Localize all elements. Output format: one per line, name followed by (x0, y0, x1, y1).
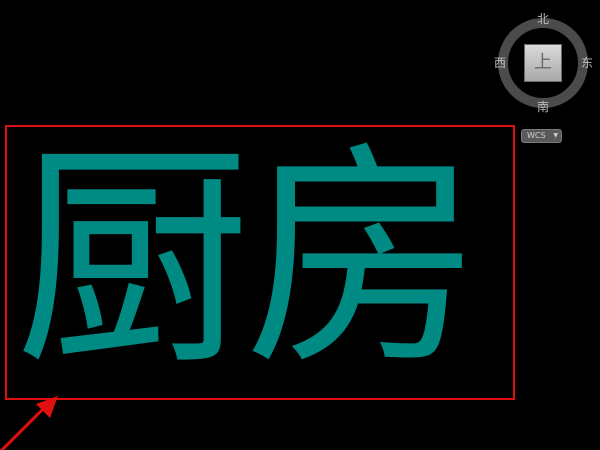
drawing-canvas[interactable]: 厨房 上 北 南 西 东 WCS ▼ (0, 0, 600, 450)
wcs-label: WCS (527, 131, 546, 140)
compass-west-label[interactable]: 西 (492, 57, 508, 69)
compass-east-label[interactable]: 东 (579, 57, 595, 69)
annotation-arrow (0, 396, 58, 450)
compass-north-label[interactable]: 北 (535, 13, 551, 25)
selection-rectangle (5, 125, 515, 400)
chevron-down-icon: ▼ (553, 132, 558, 139)
viewcube[interactable]: 上 北 南 西 东 (490, 8, 600, 118)
wcs-menu-button[interactable]: WCS ▼ (521, 129, 562, 143)
viewcube-top-face[interactable]: 上 (524, 44, 562, 82)
compass-south-label[interactable]: 南 (535, 101, 551, 113)
